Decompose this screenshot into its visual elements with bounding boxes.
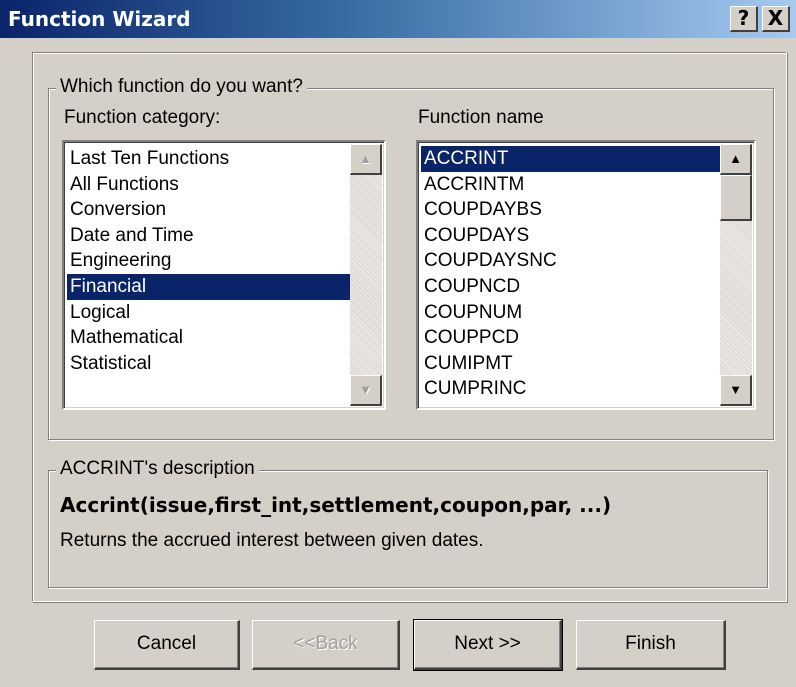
function-scrollbar[interactable]: ▲ ▼: [720, 144, 752, 406]
function-signature: Accrint(issue,first_int,settlement,coupo…: [60, 493, 612, 517]
function-list-item[interactable]: COUPNUM: [421, 300, 723, 326]
scroll-up-icon[interactable]: ▲: [720, 144, 752, 175]
function-category-label: Function category:: [64, 107, 220, 129]
finish-button[interactable]: Finish: [576, 620, 726, 670]
category-list-item[interactable]: Statistical: [67, 351, 353, 377]
next-button-label: Next >>: [454, 633, 521, 654]
function-name-label-text: Function name: [418, 107, 544, 128]
back-button-label: <<Back: [293, 633, 358, 654]
function-groupbox-legend: Which function do you want?: [56, 76, 307, 98]
help-button[interactable]: ?: [730, 6, 758, 32]
function-list-item[interactable]: COUPDAYSNC: [421, 248, 723, 274]
scroll-thumb[interactable]: [720, 175, 752, 221]
category-list-item[interactable]: Financial: [67, 273, 353, 300]
window-title: Function Wizard: [8, 7, 191, 31]
scroll-down-icon[interactable]: ▼: [720, 375, 752, 406]
function-list-item[interactable]: ACCRINTM: [421, 172, 723, 198]
function-list-item[interactable]: COUPDAYS: [421, 223, 723, 249]
cancel-button[interactable]: Cancel: [94, 620, 240, 670]
close-button[interactable]: X: [762, 6, 790, 32]
function-list-item[interactable]: ACCRINT: [421, 146, 723, 172]
function-name-label: Function name: [418, 107, 544, 129]
cancel-button-label: Cancel: [136, 633, 197, 654]
category-list-item[interactable]: Conversion: [67, 197, 353, 223]
category-scrollbar[interactable]: ▲ ▼: [350, 144, 382, 406]
function-list-item[interactable]: COUPDAYBS: [421, 197, 723, 223]
scroll-down-icon[interactable]: ▼: [350, 375, 382, 406]
function-list-item[interactable]: CUMPRINC: [421, 376, 723, 402]
category-list-item[interactable]: Logical: [67, 300, 353, 326]
category-list-item[interactable]: All Functions: [67, 172, 353, 198]
function-list-item[interactable]: COUPPCD: [421, 325, 723, 351]
function-list: ACCRINT ACCRINTM COUPDAYBS COUPDAYS COUPDAYS…: [421, 146, 723, 402]
finish-button-label: Finish: [625, 633, 676, 654]
function-list-item[interactable]: COUPNCD: [421, 274, 723, 300]
function-list-item[interactable]: CUMIPMT: [421, 351, 723, 377]
function-description: Returns the accrued interest between giv…: [60, 530, 484, 551]
scroll-up-icon[interactable]: ▲: [350, 144, 382, 175]
description-legend: ACCRINT's description: [56, 458, 259, 480]
category-listbox[interactable]: Last Ten Functions All Functions Conversio…: [62, 140, 386, 410]
category-list-item[interactable]: Date and Time: [67, 223, 353, 249]
description-groupbox: [48, 470, 768, 588]
function-category-label-text: Function category:: [64, 107, 221, 128]
category-list: Last Ten Functions All Functions Conversio…: [67, 146, 353, 376]
title-bar: Function Wizard ? X: [0, 0, 796, 38]
back-button[interactable]: <<Back: [252, 620, 400, 670]
next-button[interactable]: Next >>: [413, 619, 563, 671]
category-list-item[interactable]: Engineering: [67, 248, 353, 274]
function-listbox[interactable]: ACCRINT ACCRINTM COUPDAYBS COUPDAYS COUPDAYS…: [416, 140, 756, 410]
category-list-item[interactable]: Mathematical: [67, 325, 353, 351]
category-list-item[interactable]: Last Ten Functions: [67, 146, 353, 172]
